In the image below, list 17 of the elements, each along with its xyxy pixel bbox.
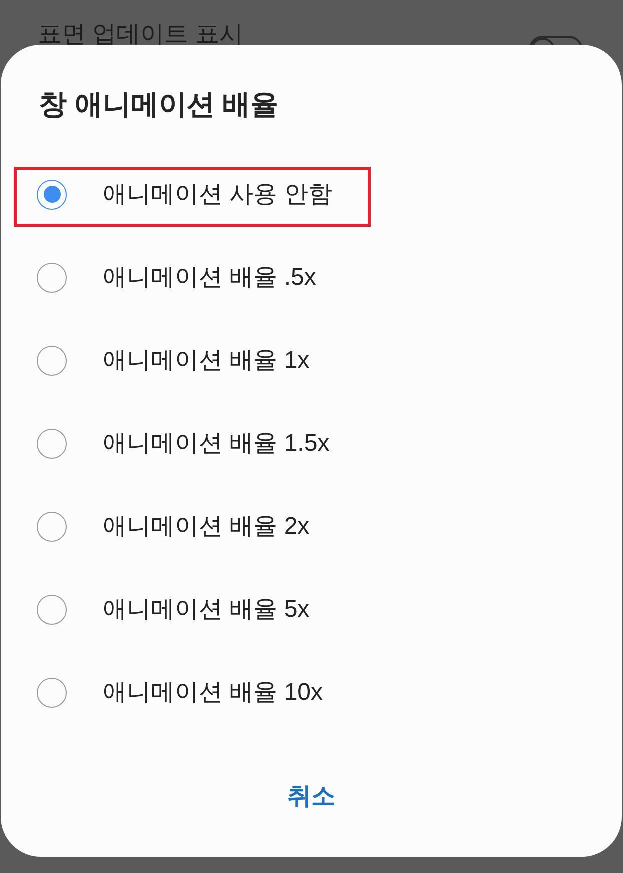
radio-option[interactable]: 애니메이션 사용 안함 [1,180,352,210]
radio-button[interactable] [37,678,67,708]
radio-button[interactable] [37,512,67,542]
radio-button[interactable] [37,180,67,210]
radio-option[interactable]: 애니메이션 배율 .5x [1,262,336,292]
radio-button[interactable] [37,594,67,624]
radio-button[interactable] [37,262,67,292]
radio-option[interactable]: 애니메이션 배율 2x [1,512,330,542]
radio-button[interactable] [37,346,67,376]
radio-button[interactable] [37,428,67,458]
radio-option[interactable]: 애니메이션 배율 1x [1,346,330,376]
setting-label: 표면 업데이트 표시 [38,20,244,50]
radio-option[interactable]: 애니메이션 배율 10x [1,678,344,708]
cancel-button[interactable]: 취소 [248,767,376,827]
radio-option[interactable]: 애니메이션 배율 5x [1,594,330,624]
dialog-title: 창 애니메이션 배율 [39,88,280,122]
radio-option[interactable]: 애니메이션 배율 1.5x [1,428,350,458]
